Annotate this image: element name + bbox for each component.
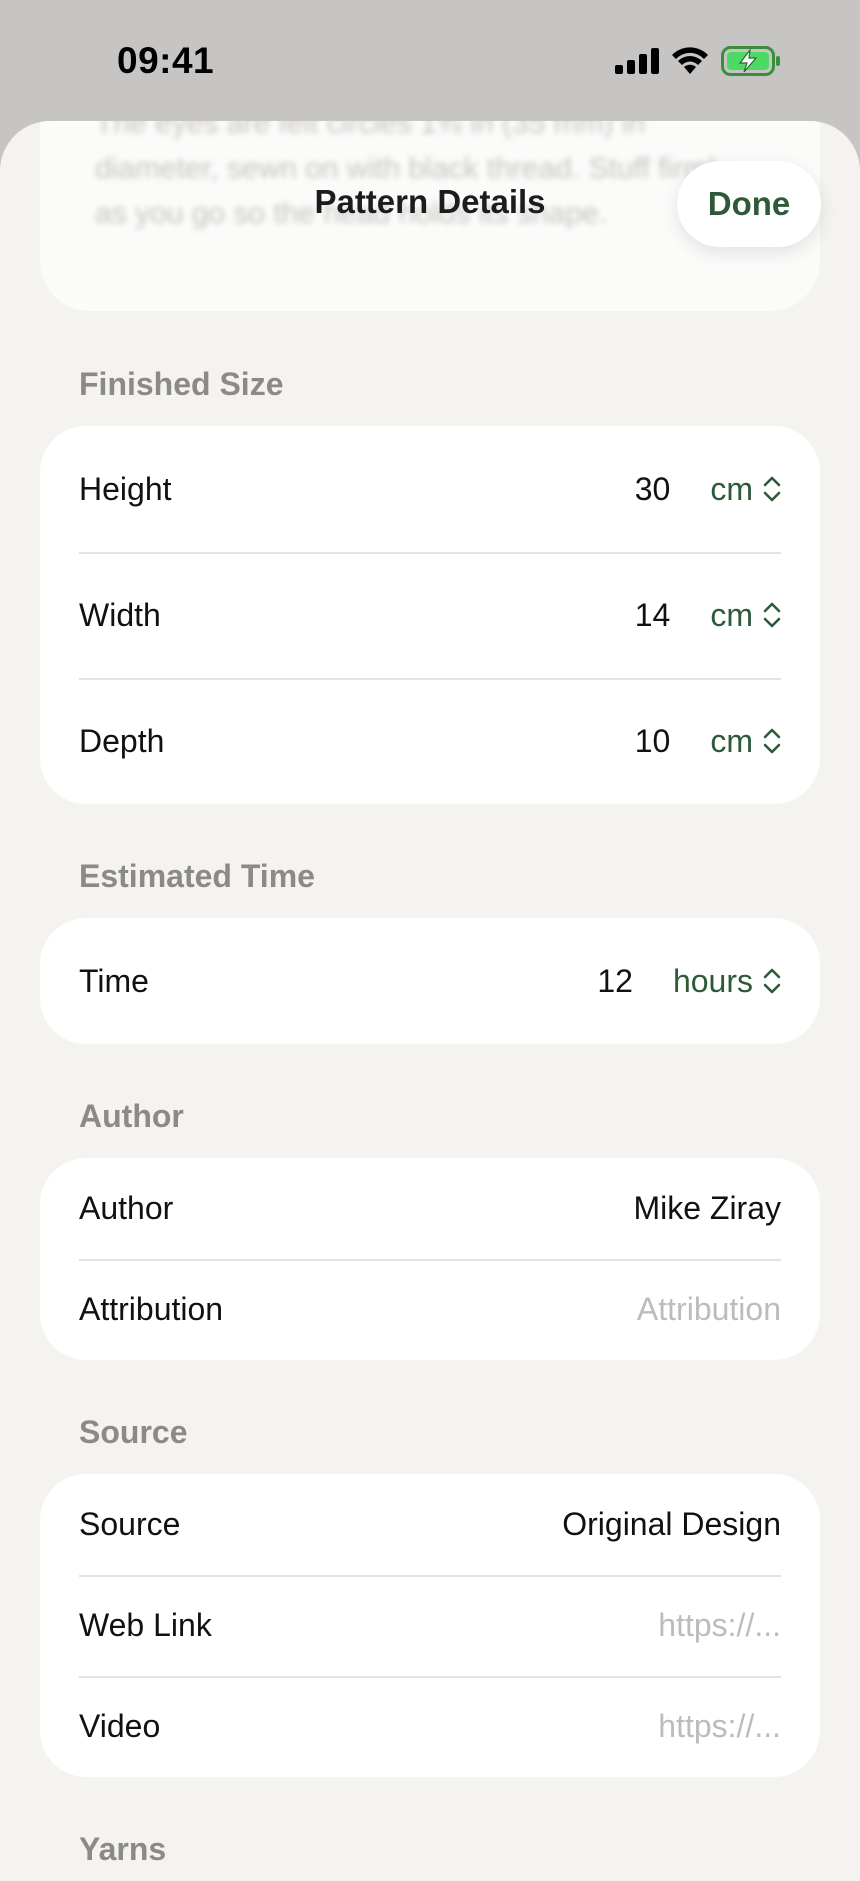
- battery-charging-icon: [721, 46, 781, 76]
- source-card: Source Original Design Web Link https://…: [40, 1474, 820, 1777]
- time-value-field[interactable]: 12: [597, 963, 633, 1000]
- wifi-icon: [671, 47, 709, 75]
- width-unit-label: cm: [710, 596, 753, 633]
- depth-unit-label: cm: [710, 722, 753, 759]
- chevron-up-down-icon: [763, 728, 781, 754]
- source-label: Source: [79, 1506, 181, 1542]
- height-label: Height: [79, 470, 172, 507]
- estimated-time-card: Time 12 hours: [40, 918, 820, 1044]
- done-button[interactable]: Done: [677, 161, 821, 247]
- author-field[interactable]: Mike Ziray: [633, 1190, 781, 1227]
- attribution-row[interactable]: Attribution Attribution: [40, 1259, 820, 1360]
- width-label: Width: [79, 596, 161, 633]
- depth-label: Depth: [79, 722, 165, 759]
- author-label: Author: [79, 1190, 174, 1226]
- height-row: Height 30 cm: [40, 426, 820, 552]
- web-link-row[interactable]: Web Link https://...: [40, 1575, 820, 1676]
- width-unit-picker[interactable]: cm: [710, 597, 781, 634]
- attribution-field[interactable]: Attribution: [637, 1291, 781, 1328]
- pattern-details-sheet: The eyes are felt circles 1⅜ in (35 mm) …: [0, 121, 860, 1881]
- section-header-yarns: Yarns: [79, 1831, 167, 1867]
- time-unit-picker[interactable]: hours: [673, 963, 781, 1000]
- width-row: Width 14 cm: [40, 552, 820, 678]
- height-value-field[interactable]: 30: [635, 471, 671, 508]
- depth-value-field[interactable]: 10: [635, 723, 671, 760]
- status-time: 09:41: [117, 40, 215, 81]
- status-bar: 09:41: [0, 0, 860, 122]
- source-row[interactable]: Source Original Design: [40, 1474, 820, 1575]
- finished-size-card: Height 30 cm Width 14 cm Depth 10 cm: [40, 426, 820, 804]
- time-unit-label: hours: [672, 962, 753, 999]
- section-header-estimated-time: Estimated Time: [79, 858, 315, 894]
- height-unit-picker[interactable]: cm: [710, 471, 781, 508]
- video-row[interactable]: Video https://...: [40, 1676, 820, 1777]
- section-header-source: Source: [79, 1414, 188, 1450]
- chevron-up-down-icon: [763, 968, 781, 994]
- chevron-up-down-icon: [763, 476, 781, 502]
- author-card: Author Mike Ziray Attribution Attributio…: [40, 1158, 820, 1360]
- cellular-signal-icon: [615, 48, 659, 74]
- section-header-finished-size: Finished Size: [79, 366, 284, 402]
- width-value-field[interactable]: 14: [635, 597, 671, 634]
- video-label: Video: [79, 1708, 161, 1744]
- author-row[interactable]: Author Mike Ziray: [40, 1158, 820, 1259]
- video-field[interactable]: https://...: [658, 1708, 781, 1745]
- depth-row: Depth 10 cm: [40, 678, 820, 804]
- time-label: Time: [79, 962, 149, 999]
- time-row: Time 12 hours: [40, 918, 820, 1044]
- section-header-author: Author: [79, 1098, 184, 1134]
- depth-unit-picker[interactable]: cm: [710, 723, 781, 760]
- web-link-field[interactable]: https://...: [658, 1607, 781, 1644]
- attribution-label: Attribution: [79, 1291, 224, 1327]
- chevron-up-down-icon: [763, 602, 781, 628]
- web-link-label: Web Link: [79, 1607, 212, 1643]
- status-icons: [615, 46, 781, 76]
- source-field[interactable]: Original Design: [562, 1506, 781, 1543]
- height-unit-label: cm: [710, 470, 753, 507]
